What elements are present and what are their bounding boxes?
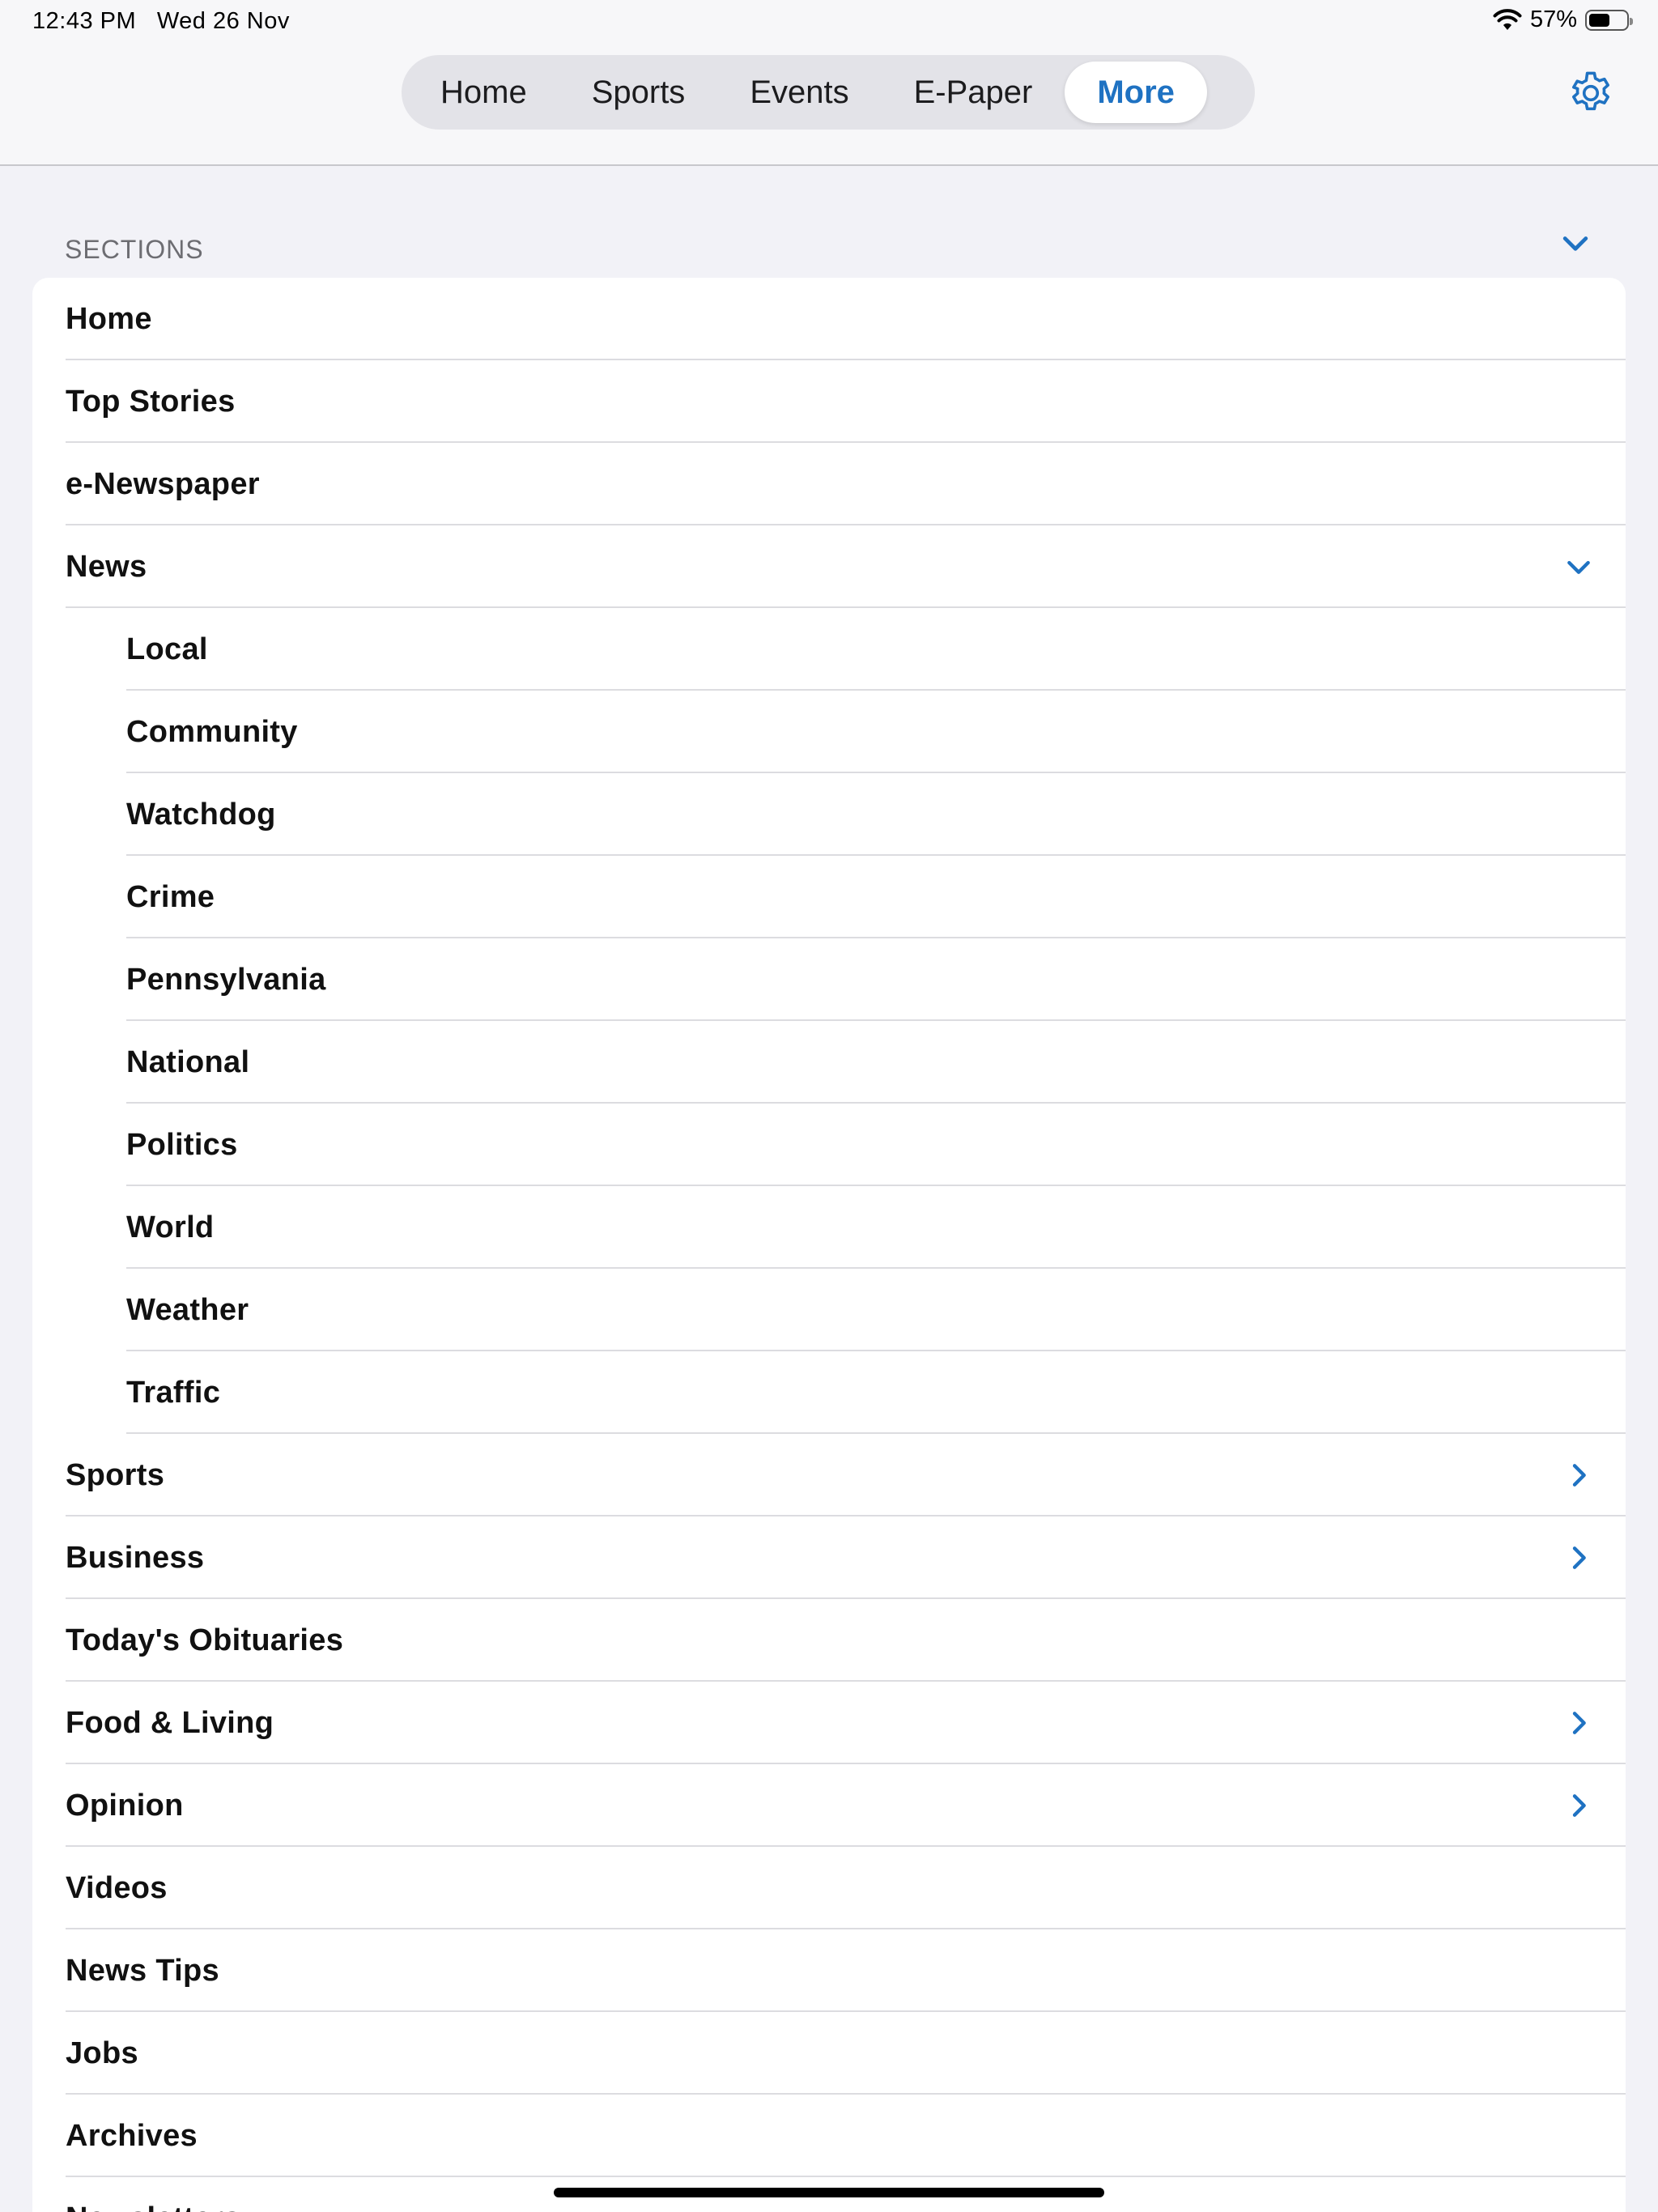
tab-events[interactable]: Events [717,62,881,123]
status-indicators: 57% [1493,6,1633,33]
status-date: Wed 26 Nov [156,8,290,34]
section-label: Traffic [126,1375,221,1410]
status-clock: 12:43 PM [32,8,137,34]
section-label: Politics [126,1127,238,1162]
chevron-right-icon[interactable] [1562,1459,1595,1491]
tab-home[interactable]: Home [408,62,559,123]
section-label: Videos [66,1870,168,1905]
sidebar-item-news[interactable]: News [32,525,1626,608]
battery-percent: 57% [1529,6,1577,32]
sidebar-item-sports[interactable]: Sports [32,1434,1626,1516]
chevron-right-icon[interactable] [1562,1707,1595,1739]
top-bar: 12:43 PM Wed 26 Nov 57% Home Sports Events… [0,0,1658,166]
sidebar-item-pennsylvania[interactable]: Pennsylvania [32,938,1626,1021]
chevron-right-icon[interactable] [1562,1789,1595,1822]
wifi-icon [1493,8,1522,30]
section-label: Watchdog [126,797,276,832]
sidebar-item-world[interactable]: World [32,1186,1626,1269]
sidebar-item-opinion[interactable]: Opinion [32,1764,1626,1847]
section-label: Home [66,301,152,336]
section-label: News Tips [66,1953,219,1988]
section-label: Local [126,632,208,666]
more-screen: 12:43 PM Wed 26 Nov 57% Home Sports Events… [0,0,1658,2212]
sidebar-item-politics[interactable]: Politics [32,1104,1626,1186]
sidebar-item-local[interactable]: Local [32,608,1626,691]
sidebar-item-traffic[interactable]: Traffic [32,1351,1626,1434]
section-label: Crime [126,879,215,914]
section-label: News [66,549,147,584]
tab-more[interactable]: More [1065,62,1207,123]
battery-icon [1585,9,1633,31]
sidebar-item-archives[interactable]: Archives [32,2095,1626,2177]
section-label: Jobs [66,2035,138,2070]
sidebar-item-watchdog[interactable]: Watchdog [32,773,1626,856]
tab-sports[interactable]: Sports [559,62,718,123]
section-label: e-Newspaper [66,466,260,501]
sidebar-item-business[interactable]: Business [32,1516,1626,1599]
sidebar-item-food-and-living[interactable]: Food & Living [32,1682,1626,1764]
sections-list-card: Home Top Stories e-Newspaper News Local Commu… [32,278,1626,2212]
sidebar-item-news-tips[interactable]: News Tips [32,1929,1626,2012]
section-label: Opinion [66,1788,184,1823]
section-label: Pennsylvania [126,962,326,997]
tab-e-paper[interactable]: E-Paper [882,62,1065,123]
sidebar-item-today-s-obituaries[interactable]: Today's Obituaries [32,1599,1626,1682]
section-label: Business [66,1540,205,1575]
section-label: Food & Living [66,1705,274,1740]
gear-icon[interactable] [1566,68,1616,118]
chevron-down-icon[interactable] [1558,225,1593,261]
section-label: Archives [66,2118,198,2153]
sidebar-item-top-stories[interactable]: Top Stories [32,360,1626,443]
section-label: Top Stories [66,384,236,419]
section-label: Sports [66,1457,165,1492]
sidebar-item-home[interactable]: Home [32,278,1626,360]
sidebar-item-videos[interactable]: Videos [32,1847,1626,1929]
section-label: World [126,1210,215,1244]
section-label: National [126,1044,250,1079]
section-label: Weather [126,1292,249,1327]
section-label: Today's Obituaries [66,1623,344,1657]
chevron-right-icon[interactable] [1562,1542,1595,1574]
section-label: Community [126,714,298,749]
sections-header: SECTIONS [65,235,204,264]
status-time: 12:43 PM Wed 26 Nov [32,8,290,35]
home-indicator[interactable] [554,2188,1104,2197]
sidebar-item-jobs[interactable]: Jobs [32,2012,1626,2095]
chevron-down-icon[interactable] [1562,551,1595,583]
sidebar-item-crime[interactable]: Crime [32,856,1626,938]
battery-fill [1589,13,1610,27]
section-label: Newsletters [66,2201,241,2212]
sections-list: Home Top Stories e-Newspaper News Local Commu… [32,278,1626,2212]
main-tabs: Home Sports Events E-Paper More [402,55,1255,130]
sidebar-item-community[interactable]: Community [32,691,1626,773]
sidebar-item-weather[interactable]: Weather [32,1269,1626,1351]
sidebar-item-e-newspaper[interactable]: e-Newspaper [32,443,1626,525]
sidebar-item-national[interactable]: National [32,1021,1626,1104]
